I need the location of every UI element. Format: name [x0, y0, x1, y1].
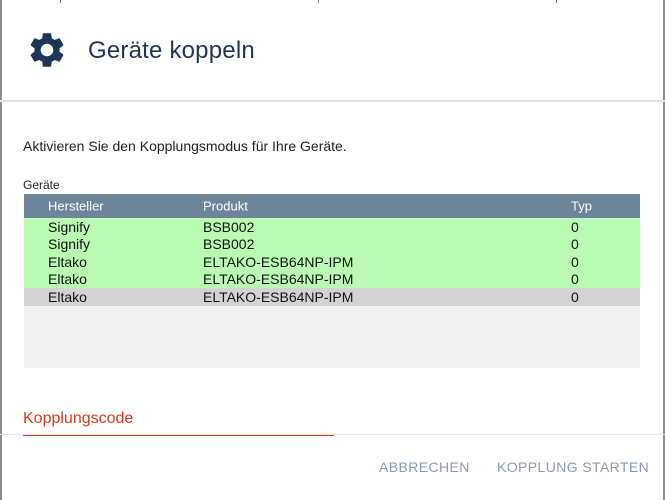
cell-type: 0 — [571, 218, 579, 235]
table-row[interactable]: Signify BSB002 0 — [24, 235, 640, 253]
dialog-title: Geräte koppeln — [88, 37, 255, 64]
table-header: Hersteller Produkt Typ — [24, 194, 640, 218]
cell-manufacturer: Eltako — [48, 288, 87, 305]
dialog-header: Geräte koppeln — [0, 0, 665, 102]
cell-product: BSB002 — [203, 218, 255, 235]
column-header-manufacturer[interactable]: Hersteller — [48, 199, 104, 214]
cell-manufacturer: Signify — [48, 236, 91, 253]
cell-product: ELTAKO-ESB64NP-IPM — [203, 288, 354, 305]
cell-manufacturer: Eltako — [48, 271, 87, 288]
cell-product: ELTAKO-ESB64NP-IPM — [203, 271, 354, 288]
gear-icon — [30, 33, 64, 67]
footer-divider — [0, 434, 665, 435]
table-row[interactable]: Signify BSB002 0 — [24, 218, 640, 236]
cell-type: 0 — [571, 236, 579, 253]
pairing-code-input[interactable]: Kopplungscode — [23, 408, 334, 436]
cell-product: ELTAKO-ESB64NP-IPM — [203, 253, 354, 270]
cell-type: 0 — [571, 271, 579, 288]
start-pairing-button[interactable]: KOPPLUNG STARTEN — [497, 459, 649, 475]
cancel-button[interactable]: ABBRECHEN — [379, 459, 470, 475]
cell-manufacturer: Signify — [48, 218, 91, 235]
instruction-text: Aktivieren Sie den Kopplungsmodus für Ih… — [23, 138, 347, 154]
cell-type: 0 — [571, 253, 579, 270]
table-row[interactable]: Eltako ELTAKO-ESB64NP-IPM 0 — [24, 270, 640, 288]
cell-manufacturer: Eltako — [48, 253, 87, 270]
devices-table-label: Geräte — [23, 178, 60, 192]
cell-product: BSB002 — [203, 236, 255, 253]
cell-type: 0 — [571, 288, 579, 305]
table-row[interactable]: Eltako ELTAKO-ESB64NP-IPM 0 — [24, 253, 640, 271]
devices-table: Hersteller Produkt Typ Signify BSB002 0 … — [24, 194, 640, 368]
pairing-code-label: Kopplungscode — [23, 410, 134, 427]
column-header-product[interactable]: Produkt — [203, 199, 248, 214]
pairing-dialog: Geräte koppeln Aktivieren Sie den Kopplu… — [0, 0, 665, 500]
column-header-type[interactable]: Typ — [571, 199, 592, 214]
table-row[interactable]: Eltako ELTAKO-ESB64NP-IPM 0 — [24, 288, 640, 306]
